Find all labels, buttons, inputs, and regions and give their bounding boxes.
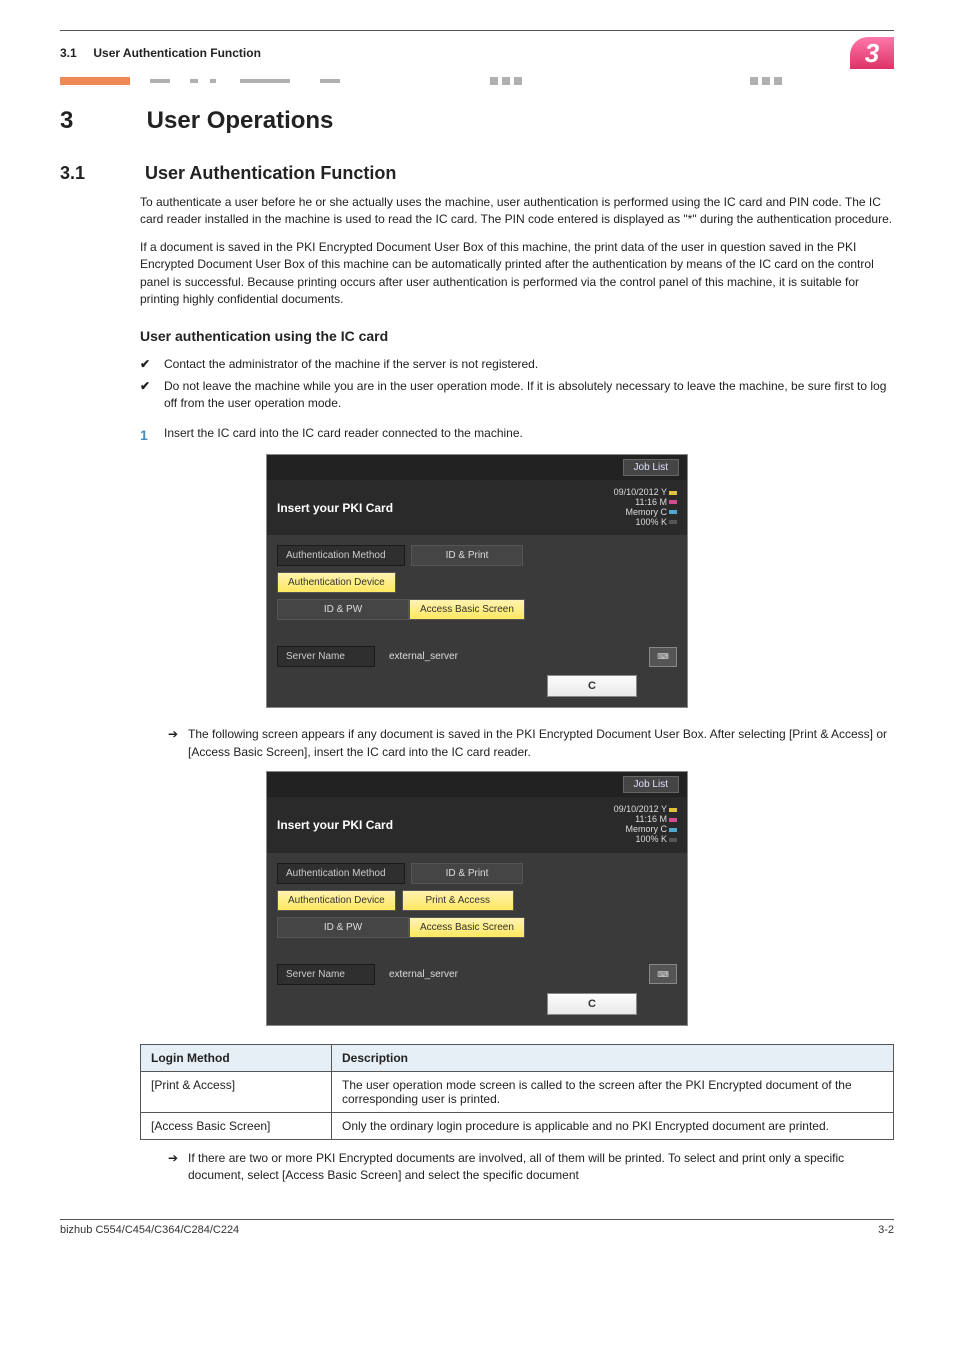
cell-desc: Only the ordinary login procedure is app… — [332, 1112, 894, 1139]
id-print-button[interactable]: ID & Print — [411, 863, 523, 884]
device-screen-1: Job List Insert your PKI Card 09/10/2012… — [266, 454, 688, 709]
id-print-button[interactable]: ID & Print — [411, 545, 523, 566]
chapter-heading: 3 User Operations — [60, 107, 894, 135]
footer-model: bizhub C554/C454/C364/C284/C224 — [60, 1224, 239, 1236]
section-num: 3.1 — [60, 163, 140, 184]
server-name-label: Server Name — [277, 646, 375, 667]
decorative-stripe — [60, 75, 894, 87]
header-section-title: User Authentication Function — [93, 46, 261, 60]
paragraph-2: If a document is saved in the PKI Encryp… — [140, 239, 894, 309]
table-row: [Print & Access] The user operation mode… — [141, 1071, 894, 1112]
header-section-num: 3.1 — [60, 46, 77, 60]
table-header-desc: Description — [332, 1044, 894, 1071]
device-screen-2: Job List Insert your PKI Card 09/10/2012… — [266, 771, 688, 1026]
print-access-button[interactable]: Print & Access — [402, 890, 514, 911]
job-list-button[interactable]: Job List — [623, 776, 679, 793]
prerequisite-list: Contact the administrator of the machine… — [140, 356, 894, 412]
auth-method-label: Authentication Method — [277, 863, 405, 884]
status-block: 09/10/2012 Y 11:16 M Memory C 100% K — [614, 488, 677, 528]
check-item-1: Contact the administrator of the machine… — [140, 356, 894, 373]
id-pw-button[interactable]: ID & PW — [277, 599, 409, 620]
chapter-title: User Operations — [147, 107, 334, 134]
cell-desc: The user operation mode screen is called… — [332, 1071, 894, 1112]
step-list: 1 Insert the IC card into the IC card re… — [140, 425, 894, 442]
step-1: 1 Insert the IC card into the IC card re… — [140, 425, 894, 442]
chapter-num: 3 — [60, 107, 140, 135]
server-name-value: external_server — [381, 965, 649, 984]
id-pw-button[interactable]: ID & PW — [277, 917, 409, 938]
running-header: 3.1 User Authentication Function 3 — [60, 37, 894, 69]
login-method-table: Login Method Description [Print & Access… — [140, 1044, 894, 1140]
keyboard-icon[interactable]: ⌨ — [649, 647, 677, 667]
auth-method-label: Authentication Method — [277, 545, 405, 566]
cell-method: [Access Basic Screen] — [141, 1112, 332, 1139]
access-basic-button[interactable]: Access Basic Screen — [409, 917, 525, 938]
cell-method: [Print & Access] — [141, 1071, 332, 1112]
subsection-heading: User authentication using the IC card — [140, 328, 894, 344]
step-1-number: 1 — [140, 425, 148, 445]
arrow-note-2: If there are two or more PKI Encrypted d… — [168, 1150, 894, 1185]
paragraph-1: To authenticate a user before he or she … — [140, 194, 894, 229]
screen-title: Insert your PKI Card — [277, 818, 393, 832]
server-name-label: Server Name — [277, 964, 375, 985]
arrow-note-1: The following screen appears if any docu… — [168, 726, 894, 761]
auth-device-button[interactable]: Authentication Device — [277, 890, 396, 911]
keyboard-icon[interactable]: ⌨ — [649, 964, 677, 984]
access-basic-button[interactable]: Access Basic Screen — [409, 599, 525, 620]
section-title: User Authentication Function — [145, 163, 396, 183]
server-name-value: external_server — [381, 647, 649, 666]
table-header-method: Login Method — [141, 1044, 332, 1071]
step-1-text: Insert the IC card into the IC card read… — [164, 426, 523, 440]
clear-button[interactable]: C — [547, 993, 637, 1015]
page-footer: bizhub C554/C454/C364/C284/C224 3-2 — [60, 1219, 894, 1236]
screen-title: Insert your PKI Card — [277, 501, 393, 515]
table-row: [Access Basic Screen] Only the ordinary … — [141, 1112, 894, 1139]
chapter-badge: 3 — [850, 37, 894, 69]
status-block: 09/10/2012 Y 11:16 M Memory C 100% K — [614, 805, 677, 845]
footer-page: 3-2 — [878, 1224, 894, 1236]
clear-button[interactable]: C — [547, 675, 637, 697]
check-item-2: Do not leave the machine while you are i… — [140, 378, 894, 413]
job-list-button[interactable]: Job List — [623, 459, 679, 476]
auth-device-button[interactable]: Authentication Device — [277, 572, 396, 593]
section-heading: 3.1 User Authentication Function — [60, 163, 894, 184]
